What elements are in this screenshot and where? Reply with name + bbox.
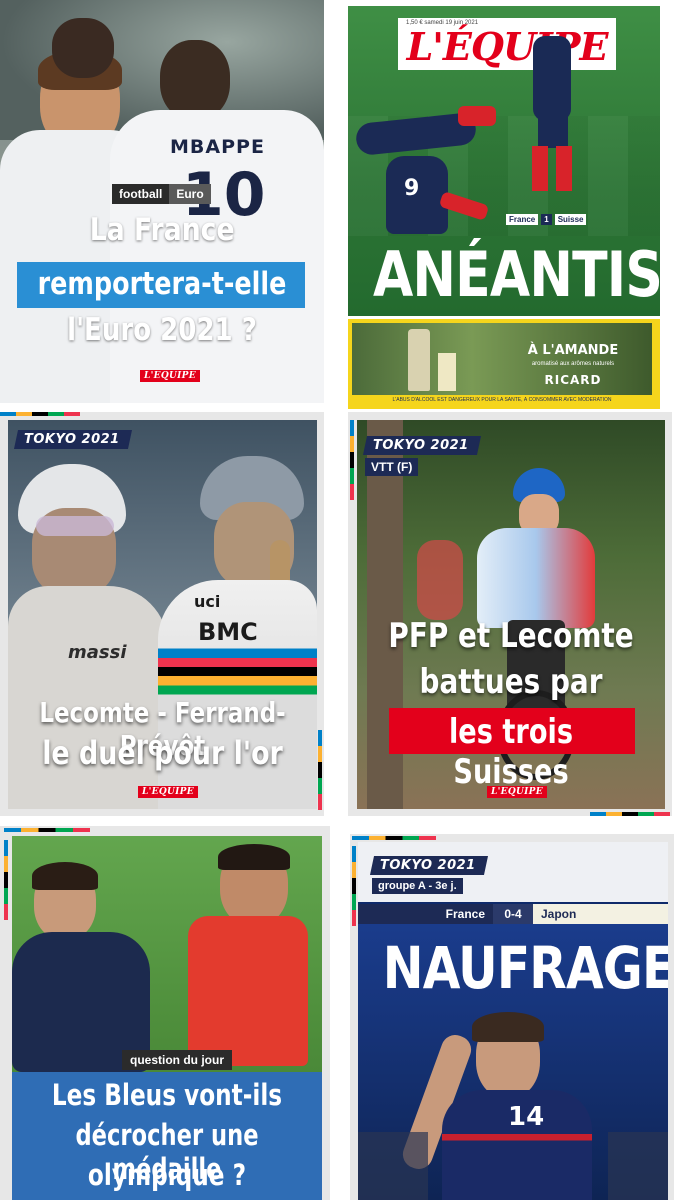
headline-line-2: remportera-t-elle [37, 266, 287, 302]
jersey-brand-bmc: BMC [198, 618, 258, 646]
tokyo-tag: TOKYO 2021 [13, 430, 132, 449]
rider-jersey [477, 528, 595, 628]
headline-line-3: olympique ? [87, 1158, 247, 1192]
card-vtt-duel[interactable]: BMC uci massi TOKYO 2021 Lecomte - Ferra… [8, 420, 317, 809]
headline-line-2: le duel pour l'or [42, 734, 283, 772]
masthead: L'ÉQUIPE [406, 24, 609, 69]
score-away: Japon [533, 904, 668, 924]
player-right-bib [188, 916, 308, 1066]
jersey-brand-massi: massi [68, 642, 127, 663]
player-hair [472, 1012, 544, 1042]
headline-line-1: Les Bleus vont-ils [51, 1078, 283, 1112]
olympic-stripe-left [350, 420, 354, 500]
subtag: VTT (F) [365, 458, 419, 476]
headline-line-3: les trois Suisses [448, 712, 574, 792]
headline: NAUFRAGE [382, 934, 668, 1002]
olympic-stripe-left [4, 840, 8, 920]
olympic-stripe-top [352, 836, 436, 840]
tag-euro: Euro [169, 184, 211, 204]
background-rider [417, 540, 463, 620]
score-result: 0-4 [493, 904, 533, 924]
cover-headline: ANÉANTIS [372, 238, 660, 311]
headline: La France [0, 212, 324, 248]
player-number: 14 [508, 1102, 545, 1132]
inset-score: France 1 Suisse [506, 214, 587, 225]
ad-bottle [408, 329, 430, 391]
headline-line-2: battues par [419, 662, 603, 702]
card-naufrage[interactable]: TOKYO 2021 groupe A - 3e j. France 0-4 J… [358, 842, 668, 1200]
jersey-brand-uci: uci [194, 592, 221, 611]
rider-left-glasses [36, 516, 114, 536]
ad-title: À L'AMANDE [527, 343, 619, 358]
card-vtt-swiss[interactable]: TOKYO 2021 VTT (F) PFP et Lecomte battue… [357, 420, 665, 809]
crowd-right [608, 1132, 668, 1200]
question-tag: question du jour [122, 1050, 232, 1070]
equipe-logo: L'EQUIPE [138, 786, 198, 798]
player-right-hair [218, 844, 290, 870]
olympic-stripe-bottom [590, 812, 670, 816]
ad-glass [438, 353, 456, 391]
player-left-hair [32, 862, 98, 890]
headline-line-1: PFP et Lecomte [388, 616, 634, 656]
tag-football: football [112, 184, 170, 204]
card-newspaper-cover[interactable]: 1,50 € samedi 19 juin 2021 L'ÉQUIPE 9 Fr… [348, 6, 660, 316]
ad-footer: L'ABUS D'ALCOOL EST DANGEREUX POUR LA SA… [392, 397, 612, 403]
player-standing-shorts [538, 116, 568, 148]
crowd-left [358, 1132, 428, 1200]
player-right-head [160, 40, 230, 120]
tag-row: football Euro [112, 184, 211, 204]
jersey-name: MBAPPE [170, 136, 265, 158]
equipe-logo: L'EQUIPE [487, 786, 547, 798]
player-lying-socks [458, 106, 496, 126]
player-back-head [52, 18, 114, 78]
card-euro-question[interactable]: MBAPPE 10 football Euro La France rempor… [0, 0, 324, 403]
rider-right-body [158, 580, 317, 809]
inset-score-result: 1 [541, 214, 552, 225]
card-bleus-question[interactable]: question du jour Les Bleus vont-ils décr… [12, 836, 322, 1200]
inset-score-home: France [506, 214, 539, 225]
subtag: groupe A - 3e j. [372, 878, 463, 894]
olympic-stripe-top [4, 828, 90, 832]
olympic-stripe-right [318, 730, 322, 810]
headline-line-3: l'Euro 2021 ? [67, 312, 257, 348]
player-standing-socks [532, 146, 572, 191]
tokyo-tag: TOKYO 2021 [362, 436, 481, 455]
player-standing [533, 36, 571, 121]
ad-brand: RICARD [544, 373, 602, 387]
score-bar: France 0-4 Japon [358, 904, 668, 924]
ad-subtitle: aromatisé aux arômes naturels [531, 361, 615, 367]
inset-score-away: Suisse [554, 214, 587, 225]
equipe-logo: L'EQUIPE [140, 370, 200, 382]
olympic-stripe-top [0, 412, 80, 416]
olympic-stripe-left [352, 846, 356, 926]
tokyo-tag: TOKYO 2021 [369, 856, 488, 875]
player-sitting-number: 9 [404, 176, 420, 201]
ricard-ad[interactable]: À L'AMANDE aromatisé aux arômes naturels… [348, 319, 660, 409]
score-home: France [358, 904, 493, 924]
headline-line-1: La France [89, 212, 235, 248]
